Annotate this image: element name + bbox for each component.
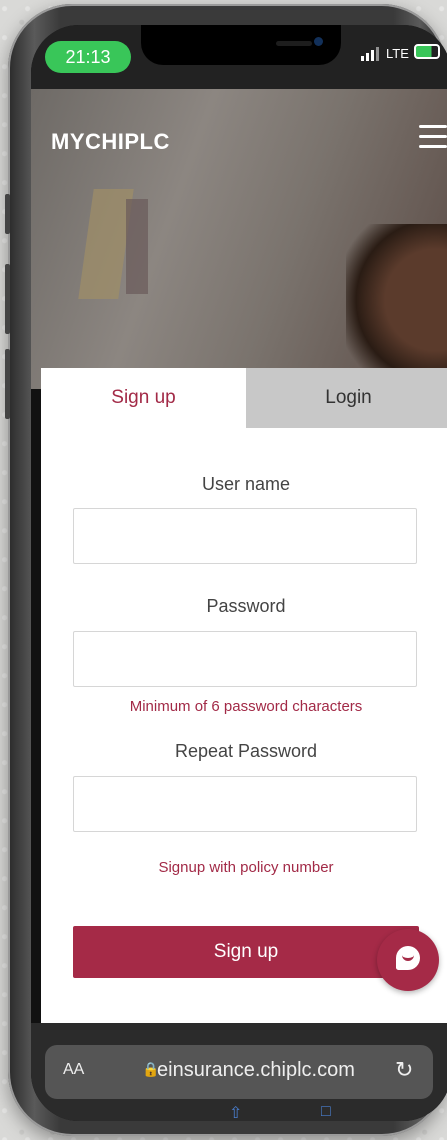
camera: [314, 37, 323, 46]
reader-aa-button[interactable]: AA: [63, 1061, 84, 1079]
bookmarks-icon[interactable]: □: [321, 1103, 331, 1121]
password-label: Password: [206, 596, 286, 616]
address-bar[interactable]: AA 🔒 einsurance.chiplc.com ↻: [45, 1045, 433, 1099]
network-label: LTE: [386, 46, 409, 61]
share-icon[interactable]: ⇧: [229, 1103, 242, 1121]
auth-card: Sign up Login User name Password Minimum…: [41, 368, 447, 1023]
username-input[interactable]: [73, 508, 417, 564]
chat-button[interactable]: [377, 929, 439, 991]
browser-toolbar: ⇧ □: [31, 1103, 447, 1121]
status-bar: 21:13 LTE: [31, 25, 447, 89]
volume-down-button: [5, 349, 10, 419]
status-time: 21:13: [45, 41, 131, 73]
reload-icon[interactable]: ↻: [395, 1057, 413, 1083]
phone-frame: 21:13 LTE MYCHIPLC Sign up Login User na…: [5, 4, 447, 1136]
mute-switch: [5, 194, 10, 234]
chat-icon: [396, 946, 420, 970]
repeat-password-label: Repeat Password: [174, 741, 318, 761]
tab-login[interactable]: Login: [246, 368, 447, 428]
repeat-password-input[interactable]: [73, 776, 417, 832]
signup-button[interactable]: Sign up: [73, 926, 419, 978]
username-label: User name: [201, 474, 291, 494]
brand-logo[interactable]: MYCHIPLC: [51, 129, 170, 155]
hero-image-shape: [126, 199, 148, 294]
policy-signup-link[interactable]: Signup with policy number: [41, 859, 447, 876]
password-hint: Minimum of 6 password characters: [129, 698, 363, 715]
tab-signup[interactable]: Sign up: [41, 368, 246, 428]
screen: 21:13 LTE MYCHIPLC Sign up Login User na…: [31, 25, 447, 1121]
browser-bottom-bar: AA 🔒 einsurance.chiplc.com ↻ ⇧ □: [31, 1023, 447, 1121]
volume-up-button: [5, 264, 10, 334]
url-text: einsurance.chiplc.com: [157, 1059, 355, 1081]
hamburger-menu-icon[interactable]: [419, 125, 447, 149]
signal-icon: [361, 47, 379, 61]
password-input[interactable]: [73, 631, 417, 687]
speaker: [276, 41, 312, 46]
battery-icon: [414, 44, 440, 59]
